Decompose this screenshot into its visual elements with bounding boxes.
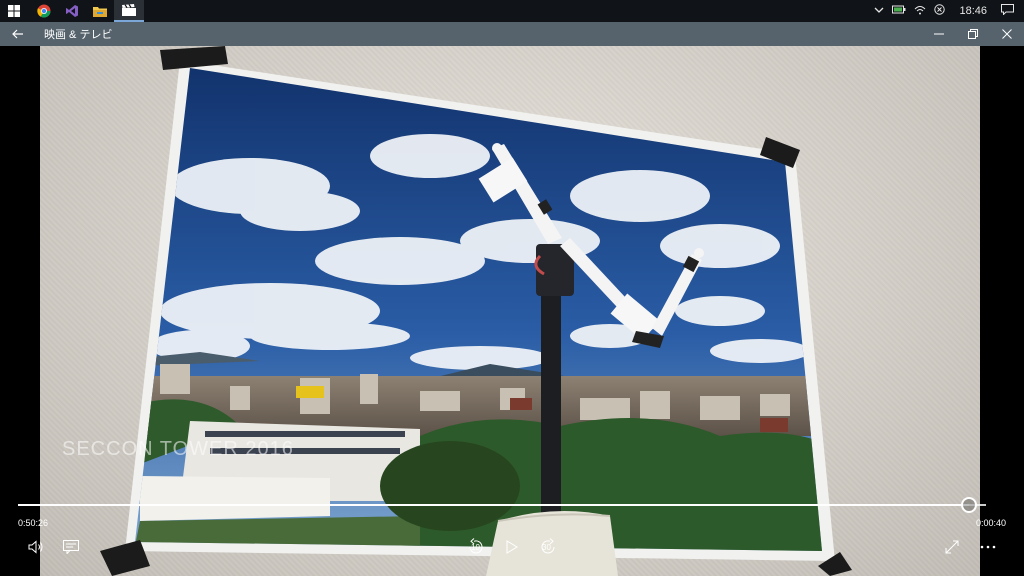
- taskbar-clock[interactable]: 18:46: [959, 5, 987, 17]
- app-titlebar: 映画 & テレビ: [0, 22, 1024, 46]
- action-center-icon[interactable]: [1001, 4, 1014, 18]
- seek-progress: [18, 504, 969, 506]
- taskbar-chrome-button[interactable]: [30, 0, 58, 22]
- fullscreen-icon: [945, 540, 959, 554]
- play-icon: [506, 540, 518, 554]
- more-icon: [980, 545, 996, 549]
- volume-button[interactable]: [23, 534, 49, 560]
- visual-studio-icon: [66, 5, 78, 17]
- minimize-button[interactable]: [922, 22, 956, 46]
- remaining-time: 0:00:40: [975, 518, 1006, 528]
- wifi-icon[interactable]: [914, 5, 926, 18]
- volume-icon: [28, 540, 43, 554]
- taskbar: 18:46: [0, 0, 1024, 22]
- battery-icon[interactable]: [892, 5, 906, 17]
- chevron-up-icon[interactable]: [874, 5, 884, 17]
- video-scene: [100, 46, 852, 576]
- restore-icon: [968, 29, 978, 39]
- folder-icon: [93, 7, 107, 17]
- more-options-button[interactable]: [975, 534, 1001, 560]
- clapperboard-icon: [122, 4, 136, 16]
- subtitles-icon: [63, 540, 79, 554]
- volume-muted-icon[interactable]: [934, 4, 946, 18]
- seek-thumb[interactable]: [960, 497, 977, 513]
- seek-bar[interactable]: [18, 497, 986, 513]
- fullscreen-button[interactable]: [939, 534, 965, 560]
- back-button[interactable]: [0, 22, 36, 46]
- windows-logo-icon: [8, 5, 20, 17]
- app-title: 映画 & テレビ: [44, 29, 113, 41]
- play-button[interactable]: [499, 534, 525, 560]
- restore-button[interactable]: [956, 22, 990, 46]
- taskbar-movies-tv-button[interactable]: [114, 0, 144, 22]
- video-watermark: SECCON TOWER 2016: [62, 438, 294, 460]
- skip-forward-button[interactable]: 30: [535, 534, 561, 560]
- close-button[interactable]: [990, 22, 1024, 46]
- taskbar-visual-studio-button[interactable]: [58, 0, 86, 22]
- skip-back-button[interactable]: 10: [463, 534, 489, 560]
- back-arrow-icon: [12, 29, 23, 39]
- system-tray: 18:46: [874, 0, 1024, 22]
- skip-forward-seconds: 30: [542, 543, 551, 552]
- minimize-icon: [934, 33, 944, 35]
- subtitles-button[interactable]: [58, 534, 84, 560]
- skip-back-seconds: 10: [471, 543, 480, 552]
- taskbar-file-explorer-button[interactable]: [86, 0, 114, 22]
- windows-start-button[interactable]: [0, 0, 28, 22]
- close-icon: [1002, 29, 1012, 39]
- elapsed-time: 0:50:26: [18, 518, 49, 528]
- chrome-icon: [37, 4, 51, 18]
- video-frame[interactable]: SECCON TOWER 2016: [0, 46, 1024, 576]
